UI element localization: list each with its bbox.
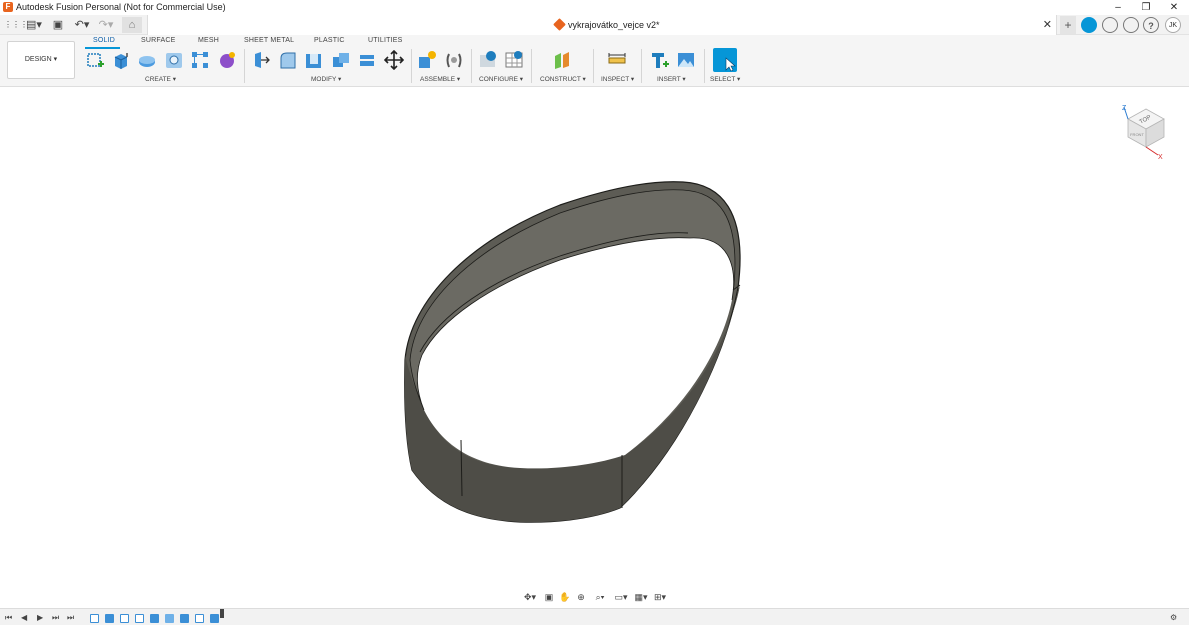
- timeline-sketch-feature[interactable]: [195, 614, 204, 623]
- timeline-sketch-feature[interactable]: [90, 614, 99, 623]
- axis-x-label: X: [1158, 154, 1163, 159]
- fit-zoom-window-icon[interactable]: ⌕▾: [591, 591, 609, 603]
- timeline-sketch-feature[interactable]: [120, 614, 129, 623]
- navigation-bar: ✥▾ ▣ ✋ ⊕ ⌕▾ ▭▾ ▦▾ ⊞▾: [521, 591, 669, 604]
- timeline-first-icon[interactable]: ⏮: [5, 613, 12, 623]
- viewports-icon[interactable]: ⊞▾: [651, 591, 669, 603]
- display-settings-icon[interactable]: ▭▾: [612, 591, 630, 603]
- look-at-icon[interactable]: ▣: [543, 591, 555, 603]
- timeline-next-icon[interactable]: ⏭: [52, 613, 59, 623]
- axis-z-label: Z: [1122, 105, 1127, 112]
- grid-snaps-icon[interactable]: ▦▾: [632, 591, 650, 603]
- timeline-settings-icon[interactable]: ⚙: [1170, 613, 1177, 623]
- zoom-icon[interactable]: ⊕: [575, 591, 587, 603]
- timeline-play-icon[interactable]: ▶: [37, 613, 43, 623]
- timeline-previous-icon[interactable]: ◀: [21, 613, 27, 623]
- timeline-extrude-feature[interactable]: [150, 614, 159, 623]
- timeline-marker[interactable]: [220, 609, 224, 618]
- timeline-extrude-feature[interactable]: [210, 614, 219, 623]
- view-cube[interactable]: TOP FRONT Z X: [1116, 101, 1174, 159]
- pan-icon[interactable]: ✋: [559, 591, 571, 603]
- timeline-sketch-feature[interactable]: [135, 614, 144, 623]
- timeline-extrude-feature[interactable]: [180, 614, 189, 623]
- egg-cutter-model[interactable]: [0, 0, 1189, 625]
- orbit-icon[interactable]: ✥▾: [521, 591, 539, 603]
- timeline: ⏮ ◀ ▶ ⏭ ⏭ ⚙: [0, 608, 1189, 625]
- timeline-last-icon[interactable]: ⏭: [67, 613, 74, 623]
- timeline-feature[interactable]: [165, 614, 174, 623]
- view-cube-x-axis: [1145, 146, 1159, 156]
- timeline-extrude-feature[interactable]: [105, 614, 114, 623]
- view-cube-front-label: FRONT: [1130, 132, 1144, 137]
